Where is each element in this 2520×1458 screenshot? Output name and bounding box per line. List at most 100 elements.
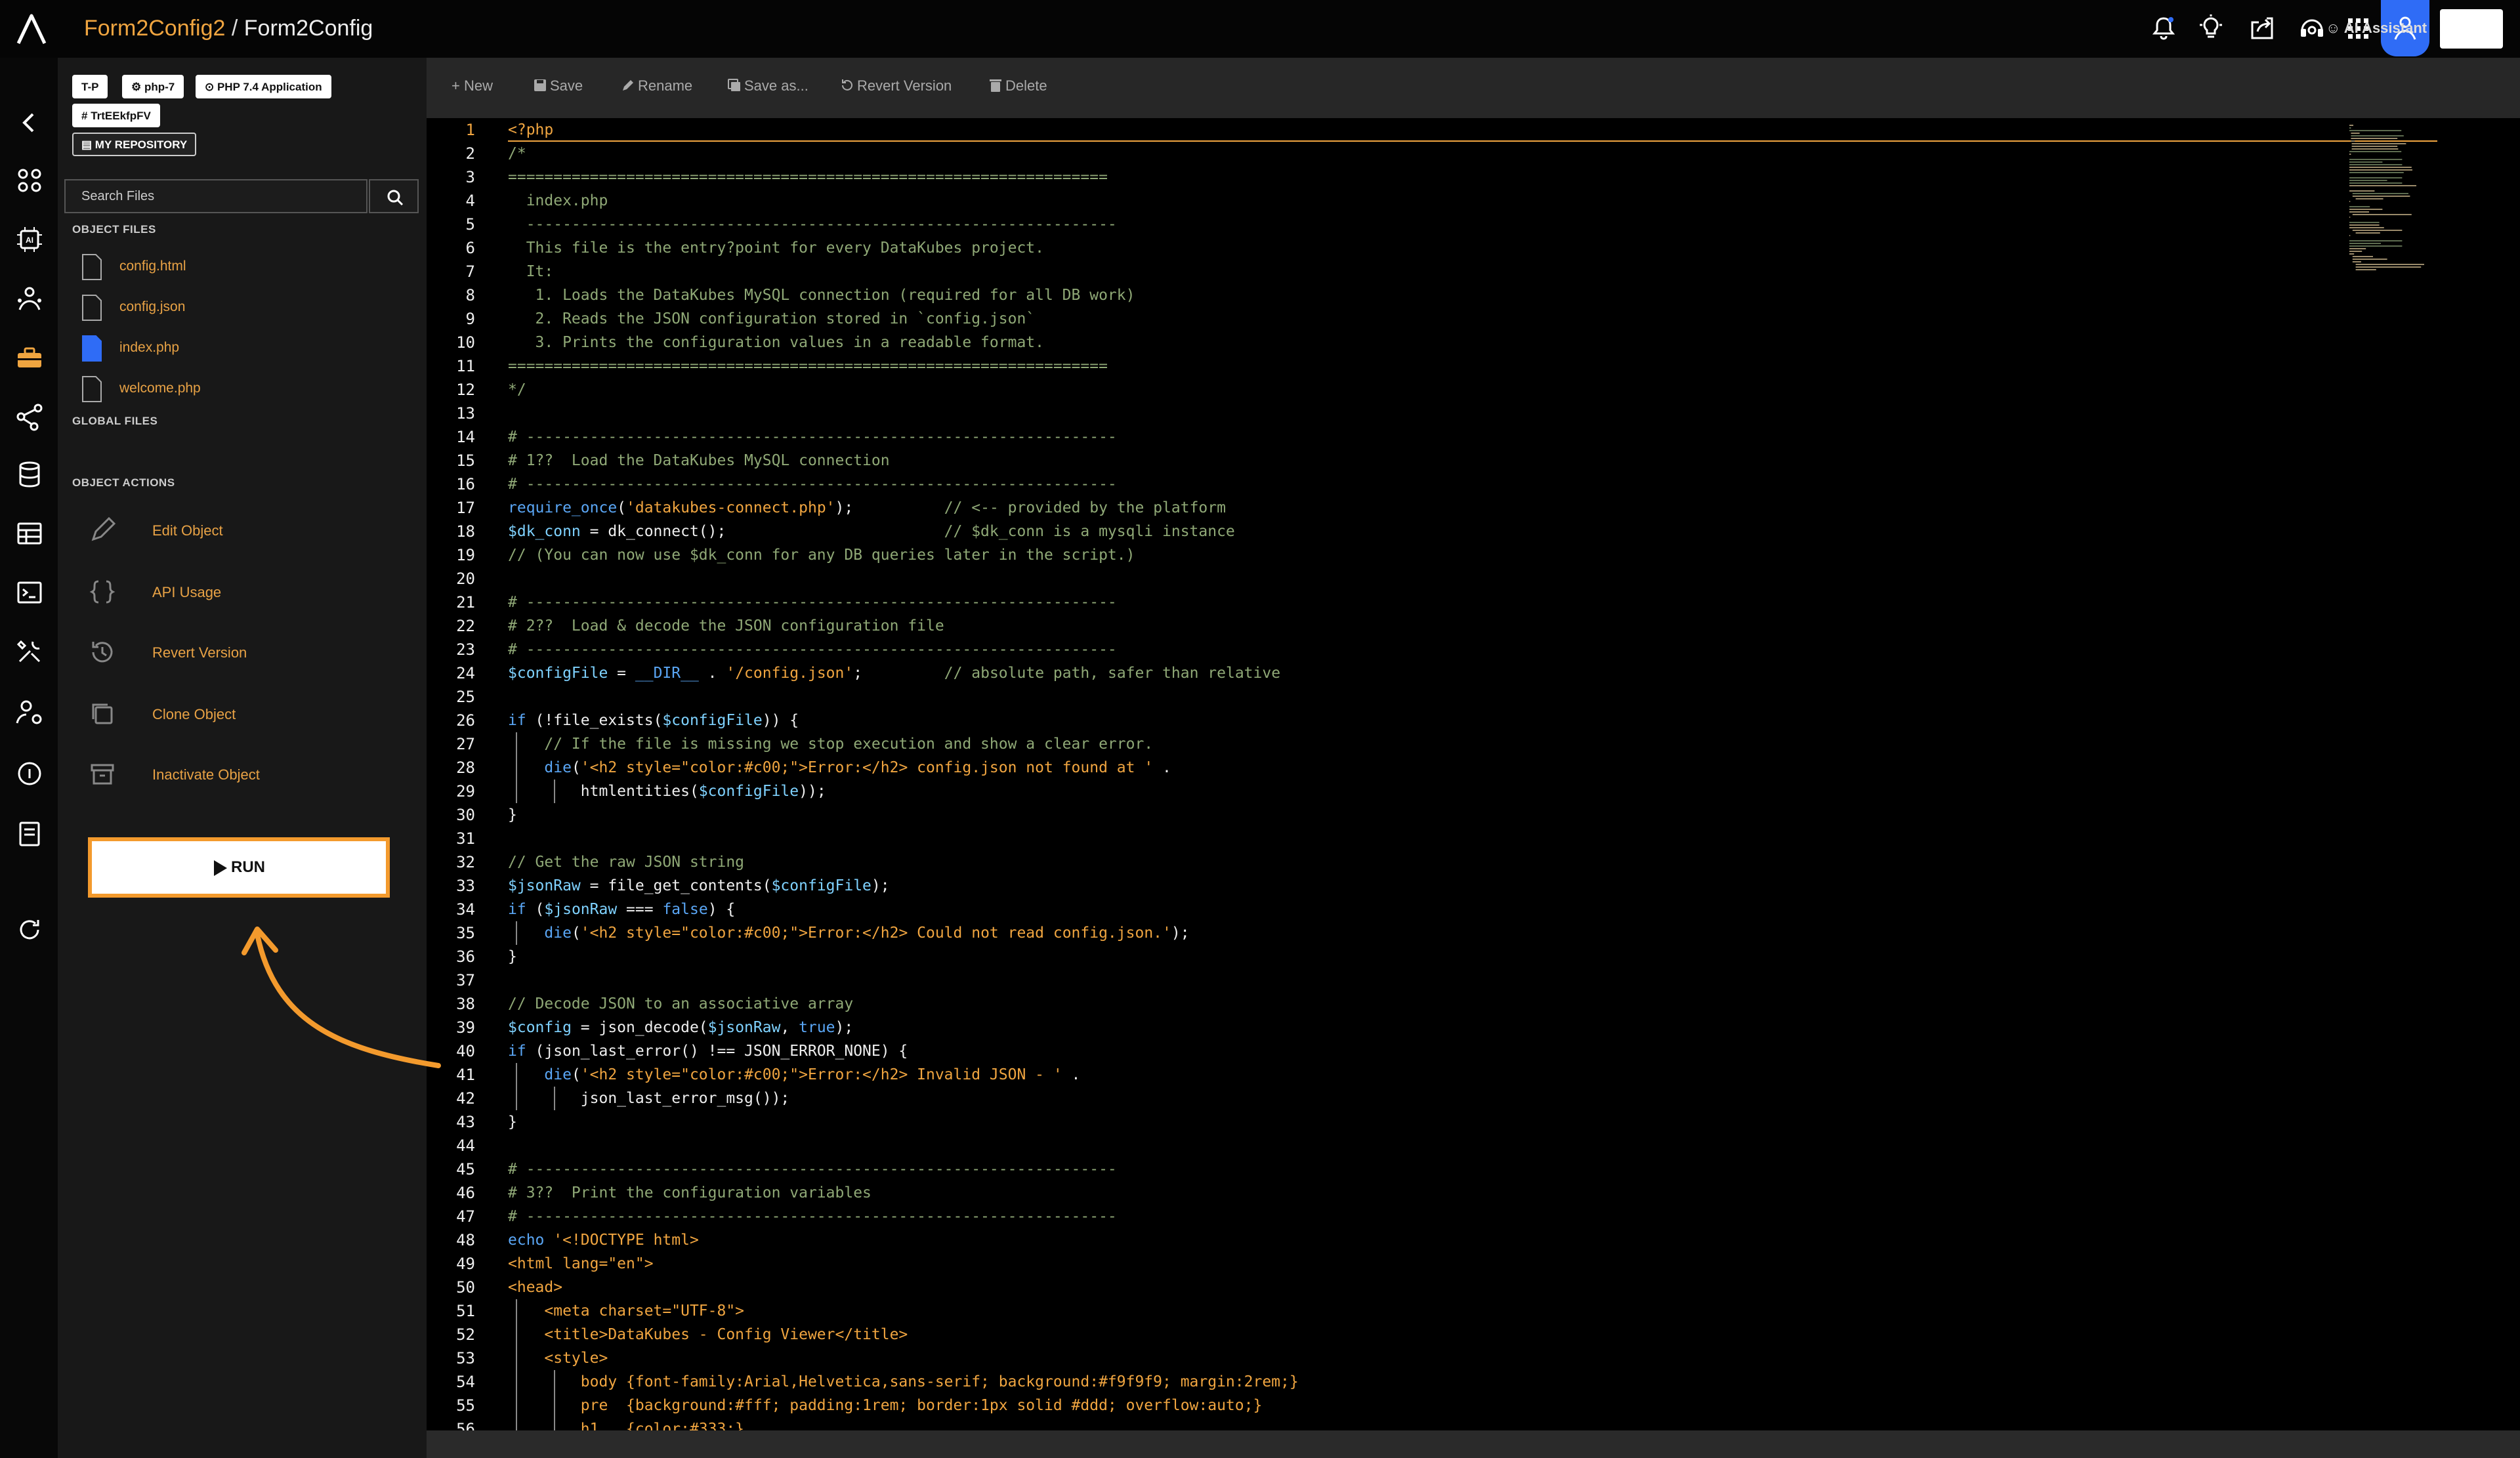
code-line[interactable]: ----------------------------------------… <box>508 213 2437 236</box>
top-bar: Form2Config2 / Form2Config SV <box>0 0 2520 58</box>
code-line[interactable]: } <box>508 1110 2437 1134</box>
code-line[interactable]: $config = json_decode($jsonRaw, true); <box>508 1016 2437 1039</box>
code-line[interactable]: // If the file is missing we stop execut… <box>508 732 2437 756</box>
line-number: 12 <box>456 381 475 399</box>
breadcrumb-project[interactable]: Form2Config2 <box>84 16 225 41</box>
revert-version-button[interactable]: Revert Version <box>840 77 952 94</box>
code-line[interactable]: # --------------------------------------… <box>508 472 2437 496</box>
code-line[interactable]: pre {background:#fff; padding:1rem; bord… <box>508 1394 2437 1417</box>
code-line[interactable]: <meta charset="UTF-8"> <box>508 1299 2437 1323</box>
code-line[interactable]: # 2?? Load & decode the JSON configurati… <box>508 614 2437 638</box>
code-line[interactable]: # --------------------------------------… <box>508 1205 2437 1228</box>
code-line[interactable]: die('<h2 style="color:#c00;">Error:</h2>… <box>508 921 2437 945</box>
code-line[interactable]: body {font-family:Arial,Helvetica,sans-s… <box>508 1370 2437 1394</box>
run-button[interactable]: RUN <box>88 837 390 898</box>
ai-assistant-button[interactable]: ☺ AI Assistant <box>2326 20 2427 37</box>
line-number: 21 <box>456 593 475 612</box>
code-line[interactable]: index.php <box>508 189 2437 213</box>
code-line[interactable]: ========================================… <box>508 165 2437 189</box>
toolbox-icon[interactable] <box>14 343 45 373</box>
code-line[interactable]: <html lang="en"> <box>508 1252 2437 1276</box>
code-line[interactable] <box>508 969 2437 992</box>
tag-repository[interactable]: ▤ MY REPOSITORY <box>72 133 197 156</box>
notification-bell-icon[interactable] <box>2149 13 2179 43</box>
code-line[interactable]: <title>DataKubes - Config Viewer</title> <box>508 1323 2437 1346</box>
search-input[interactable]: Search Files <box>64 179 368 213</box>
code-line[interactable]: } <box>508 945 2437 969</box>
code-line[interactable]: 2. Reads the JSON configuration stored i… <box>508 307 2437 331</box>
code-line[interactable]: $dk_conn = dk_connect(); // $dk_conn is … <box>508 520 2437 543</box>
code-line[interactable] <box>508 827 2437 850</box>
code-line[interactable]: It: <box>508 260 2437 283</box>
pipeline-icon[interactable] <box>14 402 45 432</box>
refresh-icon[interactable] <box>14 915 45 945</box>
code-line[interactable]: # --------------------------------------… <box>508 1157 2437 1181</box>
code-line[interactable]: if (!file_exists($configFile)) { <box>508 709 2437 732</box>
minimap-line <box>2349 185 2416 186</box>
code-line[interactable]: // Get the raw JSON string <box>508 850 2437 874</box>
new-button[interactable]: + New <box>452 77 493 94</box>
code-area[interactable]: <?php/* =================================… <box>508 118 2437 1430</box>
docs-book-icon[interactable] <box>14 819 45 849</box>
code-line[interactable]: <head> <box>508 1276 2437 1299</box>
tag-php-version-label: php-7 <box>144 81 175 93</box>
code-line[interactable]: ========================================… <box>508 354 2437 378</box>
users-network-icon[interactable] <box>14 283 45 314</box>
code-line[interactable]: # 1?? Load the DataKubes MySQL connectio… <box>508 449 2437 472</box>
dashboard-icon[interactable] <box>14 165 45 196</box>
save-as-button[interactable]: Save as... <box>727 77 808 94</box>
code-line[interactable]: # 3?? Print the configuration variables <box>508 1181 2437 1205</box>
code-line[interactable]: This file is the entry?point for every D… <box>508 236 2437 260</box>
code-line[interactable] <box>508 1134 2437 1157</box>
code-line[interactable]: die('<h2 style="color:#c00;">Error:</h2>… <box>508 756 2437 780</box>
user-settings-icon[interactable] <box>14 697 45 727</box>
lightbulb-icon[interactable] <box>2196 13 2226 43</box>
save-button[interactable]: Save <box>533 77 583 94</box>
code-line[interactable]: } <box>508 803 2437 827</box>
code-line[interactable]: htmlentities($configFile)); <box>508 780 2437 803</box>
code-line[interactable] <box>508 685 2437 709</box>
code-line[interactable]: <style> <box>508 1346 2437 1370</box>
terminal-icon[interactable] <box>14 577 45 608</box>
code-line[interactable] <box>508 402 2437 425</box>
minimap-line <box>2349 217 2351 218</box>
code-line[interactable]: 1. Loads the DataKubes MySQL connection … <box>508 283 2437 307</box>
code-line[interactable]: require_once('datakubes-connect.php'); /… <box>508 496 2437 520</box>
code-line[interactable]: /* <box>508 142 2437 165</box>
code-line[interactable]: // (You can now use $dk_conn for any DB … <box>508 543 2437 567</box>
support-headset-icon[interactable] <box>2297 13 2327 43</box>
app-logo-icon[interactable] <box>14 12 49 46</box>
code-line[interactable] <box>508 567 2437 591</box>
code-line[interactable]: if (json_last_error() !== JSON_ERROR_NON… <box>508 1039 2437 1063</box>
code-line[interactable]: */ <box>508 378 2437 402</box>
rename-button[interactable]: Rename <box>621 77 692 94</box>
code-line[interactable]: // Decode JSON to an associative array <box>508 992 2437 1016</box>
minimap-line <box>2351 140 2355 142</box>
toolbar-white-control[interactable] <box>2440 9 2503 49</box>
code-line[interactable]: if ($jsonRaw === false) { <box>508 898 2437 921</box>
database-icon[interactable] <box>14 459 45 489</box>
code-line[interactable]: <?php <box>508 118 2437 142</box>
info-compass-icon[interactable] <box>14 759 45 789</box>
code-line[interactable]: json_last_error_msg()); <box>508 1087 2437 1110</box>
code-line[interactable]: # --------------------------------------… <box>508 638 2437 661</box>
minimap-line <box>2349 169 2412 171</box>
code-line[interactable]: # --------------------------------------… <box>508 591 2437 614</box>
back-chevron-icon[interactable] <box>14 108 45 138</box>
code-line[interactable]: # --------------------------------------… <box>508 425 2437 449</box>
code-minimap[interactable] <box>2348 123 2488 287</box>
tools-icon[interactable] <box>14 636 45 667</box>
delete-button[interactable]: Delete <box>988 77 1047 94</box>
search-button[interactable] <box>369 179 419 213</box>
table-icon[interactable] <box>14 518 45 549</box>
code-line[interactable]: die('<h2 style="color:#c00;">Error:</h2>… <box>508 1063 2437 1087</box>
code-editor[interactable]: 1 2 3 4 5 6 7 8 9 10 11 12 13 14 15 16 17 18 19 20 21 22 23 24 2… <box>427 118 2520 1430</box>
share-icon[interactable] <box>2247 13 2277 43</box>
line-number: 22 <box>456 617 475 635</box>
code-line[interactable]: echo '<!DOCTYPE html> <box>508 1228 2437 1252</box>
code-line[interactable]: $jsonRaw = file_get_contents($configFile… <box>508 874 2437 898</box>
ai-chip-icon[interactable]: AI <box>14 224 45 255</box>
code-line[interactable]: $configFile = __DIR__ . '/config.json'; … <box>508 661 2437 685</box>
code-line[interactable]: 3. Prints the configuration values in a … <box>508 331 2437 354</box>
code-line[interactable]: h1 {color:#333;} <box>508 1417 2437 1430</box>
